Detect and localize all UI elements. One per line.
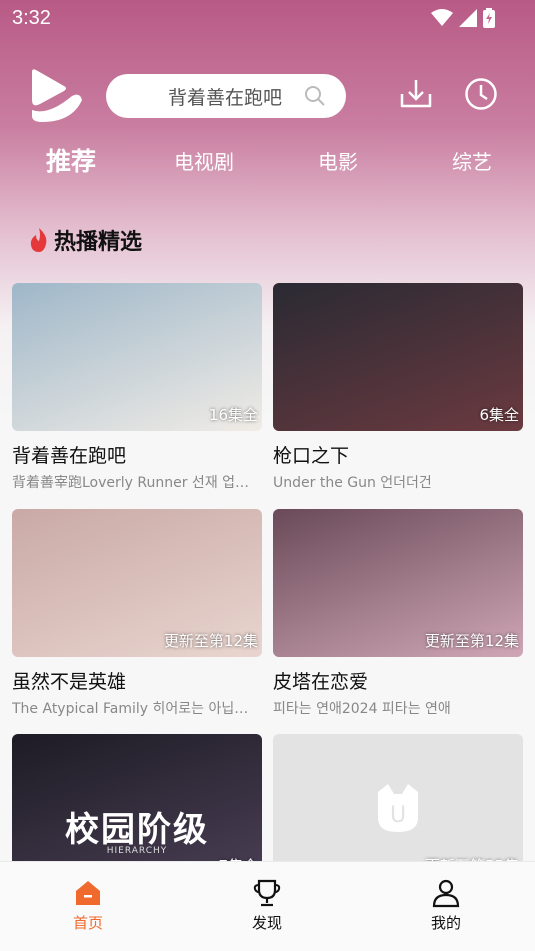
tab-movies[interactable]: 电影 xyxy=(318,146,358,175)
history-clock-icon[interactable] xyxy=(463,76,499,112)
episode-badge: 6集全 xyxy=(479,406,519,424)
card-title: 皮塔在恋爱 xyxy=(273,671,369,693)
card-subtitle: The Atypical Family 히어로는 아닙… xyxy=(12,701,249,717)
placeholder-logo-icon: U xyxy=(378,784,418,832)
trophy-icon xyxy=(253,879,281,907)
content-card[interactable]: 6集全枪口之下 Under the Gun 언더더건 xyxy=(273,283,523,492)
search-placeholder: 背着善在跑吧 xyxy=(167,86,282,109)
section-title: 热播精选 xyxy=(54,230,143,255)
card-subtitle: 背着善宰跑Loverly Runner 선재 업… xyxy=(12,475,250,491)
card-subtitle: Under the Gun 언더더건 xyxy=(273,475,432,491)
tab-tv-series[interactable]: 电视剧 xyxy=(174,146,234,175)
user-icon xyxy=(432,879,460,908)
home-icon xyxy=(76,881,100,905)
search-bar[interactable]: 背着善在跑吧 xyxy=(106,74,346,118)
nav-discover[interactable]: 发现 xyxy=(227,878,307,933)
nav-profile-label: 我的 xyxy=(430,914,461,932)
status-time: 3:32 xyxy=(12,7,51,29)
poster-image[interactable]: 更新至第12集 xyxy=(12,509,262,657)
app-logo-icon[interactable] xyxy=(28,66,84,126)
content-card[interactable]: 更新至第12集皮塔在恋爱 피타는 연애2024 피타는 연애 xyxy=(273,509,523,718)
nav-home[interactable]: 首页 xyxy=(48,878,128,933)
content-card[interactable]: 校园阶级HIERARCHY7集全 xyxy=(12,734,262,882)
svg-text:U: U xyxy=(390,803,406,828)
card-title: 背着善在跑吧 xyxy=(12,445,127,467)
nav-profile[interactable]: 我的 xyxy=(406,878,486,933)
poster-title-text: 校园阶级 xyxy=(65,810,209,850)
poster-image[interactable]: 更新至第12集 xyxy=(273,509,523,657)
tab-recommend[interactable]: 推荐 xyxy=(46,142,96,178)
battery-icon xyxy=(483,8,495,28)
flame-icon xyxy=(30,228,47,252)
search-icon[interactable] xyxy=(304,85,326,107)
content-card[interactable]: U更新至第55集 xyxy=(273,734,523,882)
episode-badge: 更新至第12集 xyxy=(163,632,258,650)
poster-image[interactable]: 校园阶级HIERARCHY7集全 xyxy=(12,734,262,882)
episode-badge: 16集全 xyxy=(208,406,258,424)
bottom-navigation: 首页 发现 我的 xyxy=(0,861,535,951)
poster-image[interactable]: 16集全 xyxy=(12,283,262,431)
poster-image[interactable]: U更新至第55集 xyxy=(273,734,523,882)
card-title: 枪口之下 xyxy=(273,445,350,467)
status-bar: 3:32 xyxy=(0,0,535,36)
category-tabs: 推荐 电视剧 电影 综艺 xyxy=(0,140,535,182)
nav-discover-label: 发现 xyxy=(251,914,282,932)
episode-badge: 更新至第12集 xyxy=(424,632,519,650)
signal-icon xyxy=(459,9,477,27)
download-icon[interactable] xyxy=(398,76,434,112)
status-icons xyxy=(431,8,495,28)
content-card[interactable]: 16集全背着善在跑吧背着善宰跑Loverly Runner 선재 업… xyxy=(12,283,262,492)
card-title: 虽然不是英雄 xyxy=(12,671,127,693)
section-header: 热播精选 xyxy=(28,224,142,256)
app-header: 背着善在跑吧 xyxy=(0,66,535,126)
tab-variety[interactable]: 综艺 xyxy=(452,146,492,175)
wifi-icon xyxy=(431,9,453,26)
poster-image[interactable]: 6集全 xyxy=(273,283,523,431)
card-subtitle: 피타는 연애2024 피타는 연애 xyxy=(273,701,451,717)
content-card[interactable]: 更新至第12集虽然不是英雄 The Atypical Family 히어로는 아닙… xyxy=(12,509,262,718)
nav-home-label: 首页 xyxy=(72,914,103,932)
